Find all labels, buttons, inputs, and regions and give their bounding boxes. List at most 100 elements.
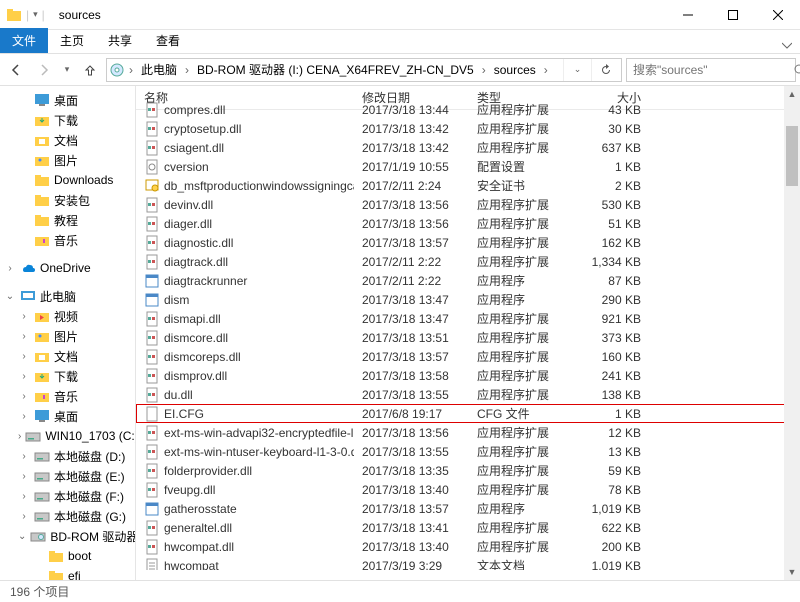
expand-icon[interactable]: › — [18, 511, 30, 522]
file-row[interactable]: hwcompat2017/3/19 3:29文本文档1,019 KB — [136, 556, 800, 570]
tree-item[interactable]: ⌄BD-ROM 驱动器 — [0, 526, 135, 546]
file-row[interactable]: ext-ms-win-advapi32-encryptedfile-l1...2… — [136, 423, 800, 442]
close-button[interactable] — [755, 0, 800, 30]
expand-icon[interactable]: › — [18, 491, 30, 502]
tree-item[interactable]: 图片 — [0, 150, 135, 170]
addr-dropdown-icon[interactable]: ⌄ — [563, 58, 591, 82]
tree-item[interactable]: ›本地磁盘 (G:) — [0, 506, 135, 526]
expand-icon[interactable]: › — [4, 263, 16, 274]
file-row[interactable]: dismapi.dll2017/3/18 13:47应用程序扩展921 KB — [136, 309, 800, 328]
file-row[interactable]: ext-ms-win-ntuser-keyboard-l1-3-0.dll201… — [136, 442, 800, 461]
tab-file[interactable]: 文件 — [0, 28, 48, 53]
tree-item[interactable]: 安装包 — [0, 190, 135, 210]
minimize-button[interactable] — [665, 0, 710, 30]
file-name: generaltel.dll — [164, 521, 232, 535]
tree-item[interactable]: ›视频 — [0, 306, 135, 326]
tree-item[interactable]: 文档 — [0, 130, 135, 150]
tree-item[interactable]: ›本地磁盘 (D:) — [0, 446, 135, 466]
search-icon[interactable] — [794, 64, 800, 76]
file-row[interactable]: hwcompat.dll2017/3/18 13:40应用程序扩展200 KB — [136, 537, 800, 556]
tree-item[interactable]: 音乐 — [0, 230, 135, 250]
file-row[interactable]: db_msftproductionwindowssigningca2017/2/… — [136, 176, 800, 195]
tree-item[interactable]: ›下载 — [0, 366, 135, 386]
nav-tree[interactable]: 桌面下载文档图片Downloads安装包教程音乐 ›OneDrive ⌄此电脑›视频… — [0, 86, 136, 580]
file-type: 应用程序扩展 — [469, 443, 569, 460]
scroll-down-icon[interactable]: ▼ — [784, 564, 800, 580]
recent-dropdown-icon[interactable]: ▾ — [60, 58, 74, 82]
tab-home[interactable]: 主页 — [48, 28, 96, 53]
tree-item[interactable]: ›WIN10_1703 (C:) — [0, 426, 135, 446]
file-row[interactable]: diagtrackrunner2017/2/11 2:22应用程序87 KB — [136, 271, 800, 290]
up-button[interactable] — [78, 58, 102, 82]
tree-item[interactable]: ›音乐 — [0, 386, 135, 406]
tree-item[interactable]: ›OneDrive — [0, 258, 135, 278]
chevron-right-icon[interactable]: › — [478, 63, 490, 77]
expand-icon[interactable]: › — [18, 431, 21, 442]
expand-icon[interactable]: › — [18, 351, 30, 362]
expand-icon[interactable]: › — [18, 451, 30, 462]
tree-item[interactable]: ⌄此电脑 — [0, 286, 135, 306]
chevron-right-icon[interactable]: › — [125, 63, 137, 77]
file-type: 应用程序扩展 — [469, 481, 569, 498]
maximize-button[interactable] — [710, 0, 755, 30]
qat-dropdown-icon[interactable]: ▾ — [33, 9, 38, 20]
file-type: 应用程序扩展 — [469, 196, 569, 213]
expand-icon[interactable]: ⌄ — [18, 531, 26, 542]
tree-item-label: 下载 — [54, 112, 78, 129]
address-bar[interactable]: › 此电脑› BD-ROM 驱动器 (I:) CENA_X64FREV_ZH-C… — [106, 58, 622, 82]
tab-view[interactable]: 查看 — [144, 28, 192, 53]
file-row[interactable]: EI.CFG2017/6/8 19:17CFG 文件1 KB — [136, 404, 800, 423]
scroll-thumb[interactable] — [786, 126, 798, 186]
file-row[interactable]: diagnostic.dll2017/3/18 13:57应用程序扩展162 K… — [136, 233, 800, 252]
file-row[interactable]: dism2017/3/18 13:47应用程序290 KB — [136, 290, 800, 309]
search-box[interactable] — [626, 58, 796, 82]
tree-item[interactable]: boot — [0, 546, 135, 566]
scroll-up-icon[interactable]: ▲ — [784, 86, 800, 102]
chevron-right-icon[interactable]: › — [540, 63, 552, 77]
search-input[interactable] — [627, 63, 794, 77]
file-row[interactable]: dismcore.dll2017/3/18 13:51应用程序扩展373 KB — [136, 328, 800, 347]
ribbon-expand-icon[interactable] — [774, 39, 800, 53]
chevron-right-icon[interactable]: › — [181, 63, 193, 77]
tab-share[interactable]: 共享 — [96, 28, 144, 53]
file-date: 2017/2/11 2:24 — [354, 179, 469, 193]
file-row[interactable]: dismcoreps.dll2017/3/18 13:57应用程序扩展160 K… — [136, 347, 800, 366]
file-row[interactable]: csiagent.dll2017/3/18 13:42应用程序扩展637 KB — [136, 138, 800, 157]
refresh-button[interactable] — [591, 58, 619, 82]
file-row[interactable]: diagtrack.dll2017/2/11 2:22应用程序扩展1,334 K… — [136, 252, 800, 271]
tree-item[interactable]: ›本地磁盘 (F:) — [0, 486, 135, 506]
expand-icon[interactable]: › — [18, 311, 30, 322]
tree-item[interactable]: ›本地磁盘 (E:) — [0, 466, 135, 486]
expand-icon[interactable]: › — [18, 411, 30, 422]
expand-icon[interactable]: › — [18, 391, 30, 402]
expand-icon[interactable]: › — [18, 471, 30, 482]
tree-item[interactable]: Downloads — [0, 170, 135, 190]
forward-button[interactable] — [32, 58, 56, 82]
tree-item[interactable]: ›图片 — [0, 326, 135, 346]
expand-icon[interactable]: ⌄ — [4, 291, 16, 302]
expand-icon[interactable]: › — [18, 371, 30, 382]
file-row[interactable]: devinv.dll2017/3/18 13:56应用程序扩展530 KB — [136, 195, 800, 214]
qat-sep: | — [26, 8, 29, 22]
file-row[interactable]: cversion2017/1/19 10:55配置设置1 KB — [136, 157, 800, 176]
back-button[interactable] — [4, 58, 28, 82]
tree-item[interactable]: 桌面 — [0, 90, 135, 110]
tree-item[interactable]: ›文档 — [0, 346, 135, 366]
file-row[interactable]: fveupg.dll2017/3/18 13:40应用程序扩展78 KB — [136, 480, 800, 499]
file-row[interactable]: generaltel.dll2017/3/18 13:41应用程序扩展622 K… — [136, 518, 800, 537]
file-row[interactable]: compres.dll2017/3/18 13:44应用程序扩展43 KB — [136, 100, 800, 119]
file-row[interactable]: cryptosetup.dll2017/3/18 13:42应用程序扩展30 K… — [136, 119, 800, 138]
tree-item[interactable]: ›桌面 — [0, 406, 135, 426]
tree-item[interactable]: 下载 — [0, 110, 135, 130]
expand-icon[interactable]: › — [18, 331, 30, 342]
tree-item[interactable]: 教程 — [0, 210, 135, 230]
scrollbar[interactable]: ▲ ▼ — [784, 86, 800, 580]
file-row[interactable]: gatherosstate2017/3/18 13:57应用程序1,019 KB — [136, 499, 800, 518]
tree-item[interactable]: efi — [0, 566, 135, 580]
file-name: diagnostic.dll — [164, 236, 233, 250]
file-row[interactable]: diager.dll2017/3/18 13:56应用程序扩展51 KB — [136, 214, 800, 233]
file-row[interactable]: du.dll2017/3/18 13:55应用程序扩展138 KB — [136, 385, 800, 404]
file-row[interactable]: folderprovider.dll2017/3/18 13:35应用程序扩展5… — [136, 461, 800, 480]
file-row[interactable]: dismprov.dll2017/3/18 13:58应用程序扩展241 KB — [136, 366, 800, 385]
file-icon — [144, 558, 160, 571]
